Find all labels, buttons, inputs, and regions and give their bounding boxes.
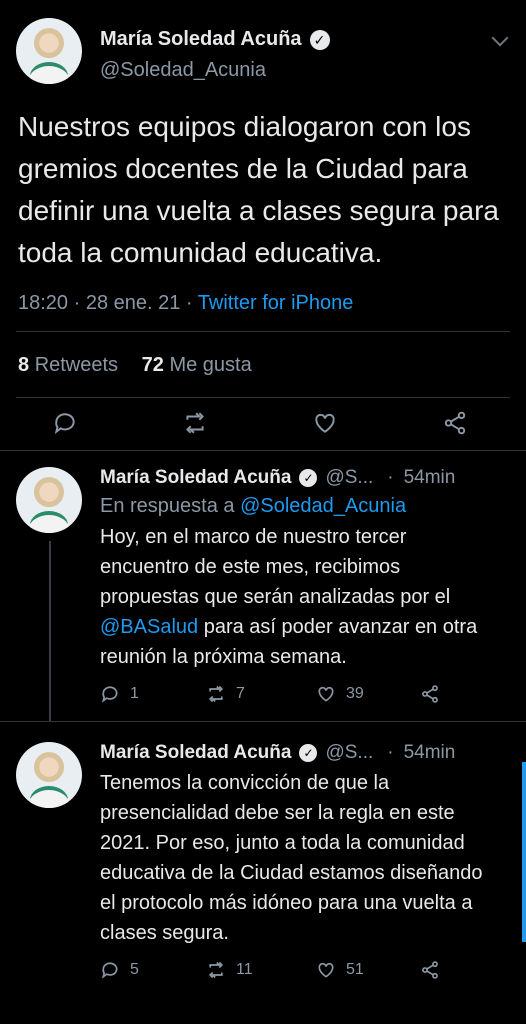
verified-badge-icon: ✓ bbox=[309, 29, 330, 50]
share-action[interactable] bbox=[420, 960, 440, 980]
share-icon[interactable] bbox=[442, 410, 468, 436]
heart-icon[interactable] bbox=[312, 410, 338, 436]
in-reply-handle-link[interactable]: @Soledad_Acunia bbox=[240, 495, 406, 517]
reply-left-column bbox=[16, 467, 84, 721]
handle[interactable]: @S... bbox=[325, 742, 373, 764]
tweet-header: María Soledad Acuña ✓ @Soledad_Acunia bbox=[16, 18, 509, 84]
reply-icon[interactable] bbox=[100, 684, 120, 704]
reply-actions: 1 7 39 bbox=[100, 684, 510, 704]
like-action[interactable]: 39 bbox=[316, 684, 420, 704]
retweet-count: 7 bbox=[236, 685, 245, 702]
handle[interactable]: @Soledad_Acunia bbox=[100, 59, 330, 82]
tweet-stats: 8 Retweets 72 Me gusta bbox=[0, 332, 526, 397]
display-name[interactable]: María Soledad Acuña bbox=[100, 742, 291, 764]
separator-dot: · bbox=[387, 467, 394, 488]
heart-icon[interactable] bbox=[316, 684, 336, 704]
display-name[interactable]: María Soledad Acuña bbox=[100, 28, 302, 51]
reply-tweet[interactable]: María Soledad Acuña ✓ @S... · 54min Tene… bbox=[0, 722, 526, 980]
scrollbar[interactable] bbox=[522, 762, 526, 942]
tweet-timestamp[interactable]: 18:20 · 28 ene. 21 · bbox=[18, 292, 198, 314]
reply-tweet[interactable]: María Soledad Acuña ✓ @S... · 54min En r… bbox=[0, 459, 526, 721]
section-separator bbox=[0, 450, 526, 459]
thread-line bbox=[49, 541, 51, 721]
tweet-detail-screen: María Soledad Acuña ✓ @Soledad_Acunia Nu… bbox=[0, 0, 526, 1024]
reply-body: María Soledad Acuña ✓ @S... · 54min En r… bbox=[100, 467, 510, 721]
tweet-meta: 18:20 · 28 ene. 21 · Twitter for iPhone bbox=[18, 292, 508, 315]
reply-body: María Soledad Acuña ✓ @S... · 54min Tene… bbox=[100, 742, 510, 980]
retweet-count: 11 bbox=[236, 961, 253, 978]
avatar[interactable] bbox=[16, 742, 82, 808]
share-action[interactable] bbox=[420, 684, 440, 704]
retweet-icon[interactable] bbox=[206, 960, 226, 980]
author-info: María Soledad Acuña ✓ @Soledad_Acunia bbox=[100, 18, 330, 82]
name-row: María Soledad Acuña ✓ bbox=[100, 28, 330, 51]
likes-count[interactable]: 72 bbox=[142, 354, 164, 376]
share-icon[interactable] bbox=[420, 684, 440, 704]
like-count: 51 bbox=[346, 961, 364, 978]
retweet-icon[interactable] bbox=[206, 684, 226, 704]
reply-count: 1 bbox=[130, 685, 139, 702]
reply-timestamp[interactable]: 54min bbox=[404, 467, 472, 489]
reply-action[interactable]: 1 bbox=[100, 684, 206, 704]
reply-timestamp[interactable]: 54min bbox=[404, 742, 472, 764]
tweet-actions bbox=[0, 398, 526, 450]
avatar[interactable] bbox=[16, 467, 82, 533]
retweet-action[interactable]: 7 bbox=[206, 684, 316, 704]
display-name[interactable]: María Soledad Acuña bbox=[100, 467, 291, 489]
separator-dot: · bbox=[387, 742, 394, 763]
reply-header: María Soledad Acuña ✓ @S... · 54min bbox=[100, 467, 510, 489]
tweet-source[interactable]: Twitter for iPhone bbox=[198, 292, 354, 314]
avatar[interactable] bbox=[16, 18, 82, 84]
reply-actions: 5 11 51 bbox=[100, 960, 510, 980]
reply-text: Hoy, en el marco de nuestro tercer encue… bbox=[100, 522, 500, 672]
reply-count: 5 bbox=[130, 961, 139, 978]
main-tweet: María Soledad Acuña ✓ @Soledad_Acunia Nu… bbox=[0, 0, 526, 315]
share-icon[interactable] bbox=[420, 960, 440, 980]
reply-text-part: Hoy, en el marco de nuestro tercer encue… bbox=[100, 526, 451, 608]
reply-icon[interactable] bbox=[100, 960, 120, 980]
like-action[interactable]: 51 bbox=[316, 960, 420, 980]
retweet-icon[interactable] bbox=[182, 410, 208, 436]
reply-header: María Soledad Acuña ✓ @S... · 54min bbox=[100, 742, 510, 764]
heart-icon[interactable] bbox=[316, 960, 336, 980]
tweet-text: Nuestros equipos dialogaron con los grem… bbox=[18, 111, 499, 268]
reply-text: Tenemos la convicción de que la presenci… bbox=[100, 772, 483, 944]
in-reply-to: En respuesta a @Soledad_Acunia bbox=[100, 495, 510, 518]
verified-badge-icon: ✓ bbox=[299, 469, 318, 487]
in-reply-prefix: En respuesta a bbox=[100, 495, 241, 517]
reply-action[interactable]: 5 bbox=[100, 960, 206, 980]
likes-label[interactable]: Me gusta bbox=[169, 354, 251, 376]
retweet-action[interactable]: 11 bbox=[206, 960, 316, 980]
mention-link[interactable]: @BASalud bbox=[100, 616, 198, 638]
chevron-down-icon[interactable] bbox=[491, 29, 509, 47]
retweets-label[interactable]: Retweets bbox=[35, 354, 118, 376]
verified-badge-icon: ✓ bbox=[299, 744, 318, 762]
reply-left-column bbox=[16, 742, 84, 980]
like-count: 39 bbox=[346, 685, 364, 702]
reply-icon[interactable] bbox=[52, 410, 78, 436]
retweets-count[interactable]: 8 bbox=[18, 354, 29, 376]
handle[interactable]: @S... bbox=[325, 467, 373, 489]
